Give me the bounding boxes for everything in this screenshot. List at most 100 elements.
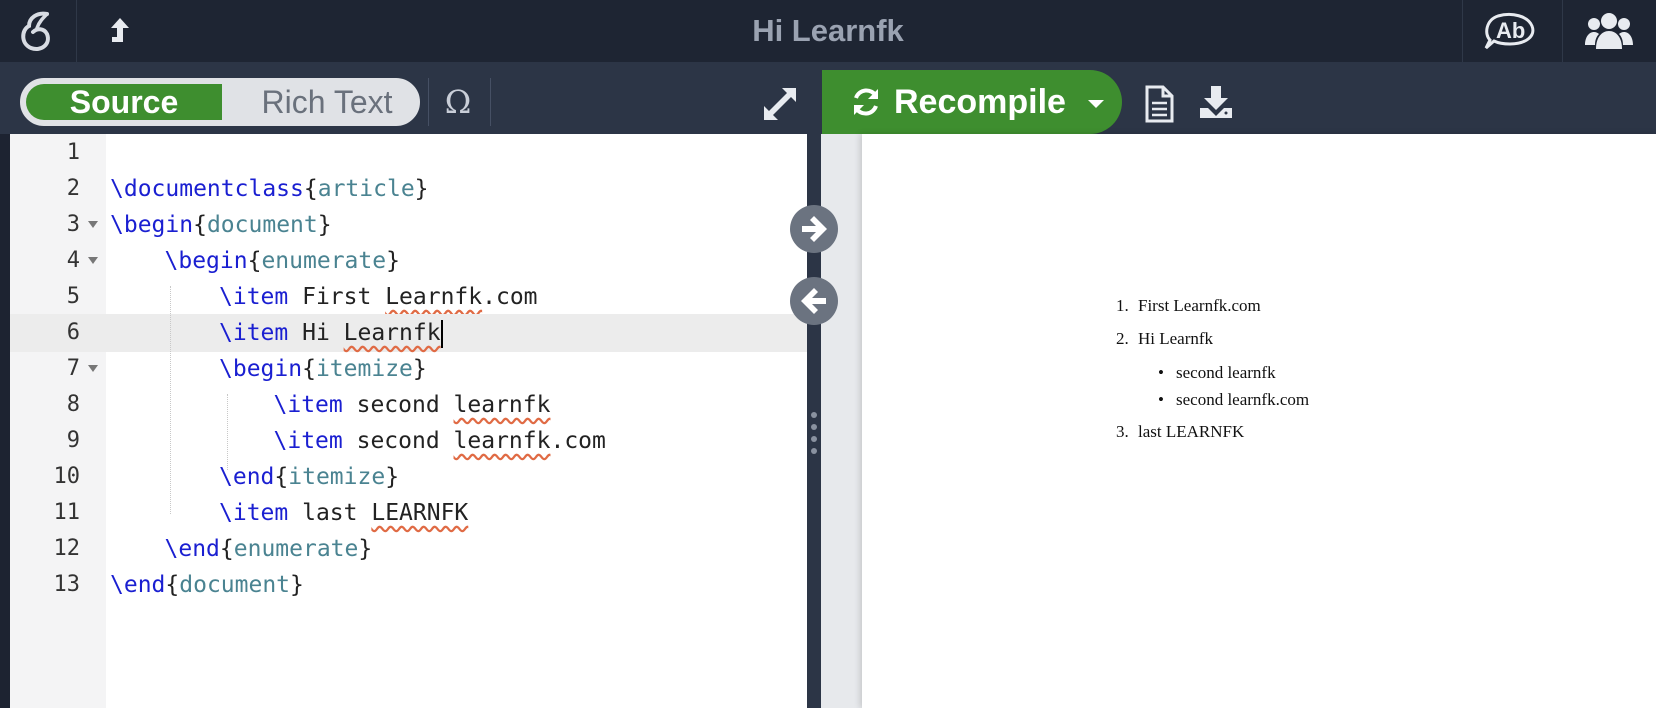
- latex-command: \item: [273, 392, 343, 418]
- misspelled-word[interactable]: Learnfk: [344, 320, 441, 346]
- latex-argument: document: [179, 572, 291, 598]
- rich-text-mode-button[interactable]: Rich Text: [232, 84, 418, 120]
- code-text: \end{enumerate}: [164, 536, 373, 562]
- refresh-icon: [854, 88, 878, 116]
- code-text: \documentclass{article}: [110, 176, 429, 202]
- editor-line[interactable]: 13 \end{document}: [10, 566, 807, 604]
- latex-command: \item: [219, 500, 289, 526]
- latex-argument: enumerate: [261, 248, 387, 274]
- code-text: \begin{itemize}: [219, 356, 427, 382]
- code-text: \begin{enumerate}: [164, 248, 400, 274]
- latex-command: \begin: [219, 356, 303, 382]
- source-mode-button[interactable]: Source: [26, 84, 222, 120]
- users-icon: [1585, 13, 1633, 49]
- editor-line[interactable]: 8 \item second learnfk: [10, 386, 807, 424]
- svg-text:Ab: Ab: [1496, 18, 1525, 43]
- plain-text: second: [342, 392, 454, 418]
- splitter-grip[interactable]: [811, 424, 817, 430]
- misspelled-word[interactable]: learnfk: [454, 392, 551, 418]
- source-editor[interactable]: 1 2 \documentclass{article} 3 \begin{documen…: [10, 134, 807, 708]
- editor-line[interactable]: 6 \item Hi Learnfk: [10, 314, 807, 352]
- download-icon[interactable]: [1198, 84, 1234, 120]
- recompile-label: Recompile: [894, 83, 1066, 121]
- editor-line[interactable]: 1: [10, 134, 807, 172]
- plain-text: .com: [482, 284, 538, 310]
- misspelled-word[interactable]: LEARNFK: [371, 500, 468, 526]
- plain-text: First: [288, 284, 386, 310]
- code-text: \end{itemize}: [219, 464, 400, 490]
- editor-line[interactable]: 11 \item last LEARNFK: [10, 494, 807, 532]
- code-text: \item second learnfk.com: [274, 422, 606, 460]
- overleaf-logo-icon: [21, 11, 50, 51]
- preview-item-marker: 2.: [1116, 329, 1129, 348]
- latex-command: \end: [110, 572, 166, 598]
- editor-line[interactable]: 10 \end{itemize}: [10, 458, 807, 496]
- pdf-page[interactable]: 1. First Learnfk.com 2. Hi Learnfk • sec…: [862, 134, 1656, 708]
- code-text: \item First Learnfk.com: [219, 278, 538, 316]
- line-number: 8: [66, 392, 80, 417]
- text-cursor: [440, 319, 443, 348]
- code-text: \item last LEARNFK: [219, 494, 468, 532]
- preview-item-text: last LEARNFK: [1138, 422, 1245, 441]
- code-text: \end{document}: [110, 572, 304, 598]
- editor-line[interactable]: 7 \begin{itemize}: [10, 350, 807, 388]
- misspelled-word[interactable]: Learnfk: [385, 284, 482, 310]
- review-button[interactable]: Ab: [1462, 0, 1558, 62]
- track-changes-icon: Ab: [1484, 12, 1535, 50]
- arrow-right-icon: [802, 216, 827, 242]
- editor-line[interactable]: 4 \begin{enumerate}: [10, 242, 807, 280]
- preview-item-text: Hi Learnfk: [1138, 329, 1214, 348]
- share-arrow-icon: [111, 18, 129, 42]
- menu-button[interactable]: [0, 0, 74, 62]
- fold-toggle-icon[interactable]: [88, 365, 98, 372]
- latex-command: \documentclass: [110, 176, 304, 202]
- sync-to-code-button[interactable]: [790, 277, 838, 325]
- symbol-palette-button[interactable]: Ω: [440, 80, 476, 124]
- line-number: 2: [66, 176, 80, 201]
- editor-mode-toggle: Source Rich Text: [20, 78, 420, 126]
- preview-bullet: •: [1158, 363, 1164, 382]
- plain-text: .com: [550, 428, 606, 454]
- preview-bullet: •: [1158, 390, 1164, 409]
- preview-item-marker: 1.: [1116, 296, 1129, 315]
- latex-command: \end: [164, 536, 220, 562]
- latex-argument: itemize: [288, 464, 386, 490]
- fold-toggle-icon[interactable]: [88, 257, 98, 264]
- recompile-button[interactable]: Recompile: [822, 70, 1122, 134]
- sync-to-pdf-button[interactable]: [790, 205, 838, 253]
- editor-line[interactable]: 5 \item First Learnfk.com: [10, 278, 807, 316]
- plain-text: Hi: [288, 320, 344, 346]
- fold-toggle-icon[interactable]: [88, 221, 98, 228]
- latex-command: \begin: [110, 212, 194, 238]
- preview-item-text: second learnfk.com: [1176, 390, 1310, 409]
- latex-argument: enumerate: [233, 536, 359, 562]
- preview-item-marker: 3.: [1116, 422, 1129, 441]
- upload-button[interactable]: [78, 0, 162, 62]
- line-number: 5: [66, 284, 80, 309]
- splitter-grip[interactable]: [811, 412, 817, 418]
- arrow-left-icon: [801, 288, 826, 314]
- line-number: 10: [53, 464, 81, 489]
- logs-document-icon[interactable]: [1142, 84, 1176, 124]
- top-bar: Hi Learnfk Ab: [0, 0, 1656, 62]
- splitter-grip[interactable]: [811, 448, 817, 454]
- editor-line[interactable]: 2 \documentclass{article}: [10, 170, 807, 208]
- latex-argument: document: [206, 212, 318, 238]
- plain-text: second: [342, 428, 454, 454]
- latex-command: \item: [219, 320, 289, 346]
- chevron-down-icon[interactable]: [1078, 86, 1114, 122]
- editor-line[interactable]: 3 \begin{document}: [10, 206, 807, 244]
- latex-command: \item: [273, 428, 343, 454]
- line-number: 6: [10, 314, 106, 352]
- preview-item-text: second learnfk: [1176, 363, 1276, 382]
- project-title: Hi Learnfk: [752, 13, 904, 48]
- misspelled-word[interactable]: learnfk: [454, 428, 551, 454]
- editor-line[interactable]: 9 \item second learnfk.com: [10, 422, 807, 460]
- expand-icon[interactable]: [760, 84, 800, 124]
- code-text: \item second learnfk: [274, 386, 551, 424]
- line-number: 9: [66, 428, 80, 453]
- share-button[interactable]: [1562, 0, 1656, 62]
- code-text: \item Hi Learnfk: [219, 314, 443, 352]
- editor-line[interactable]: 12 \end{enumerate}: [10, 530, 807, 568]
- splitter-grip[interactable]: [811, 436, 817, 442]
